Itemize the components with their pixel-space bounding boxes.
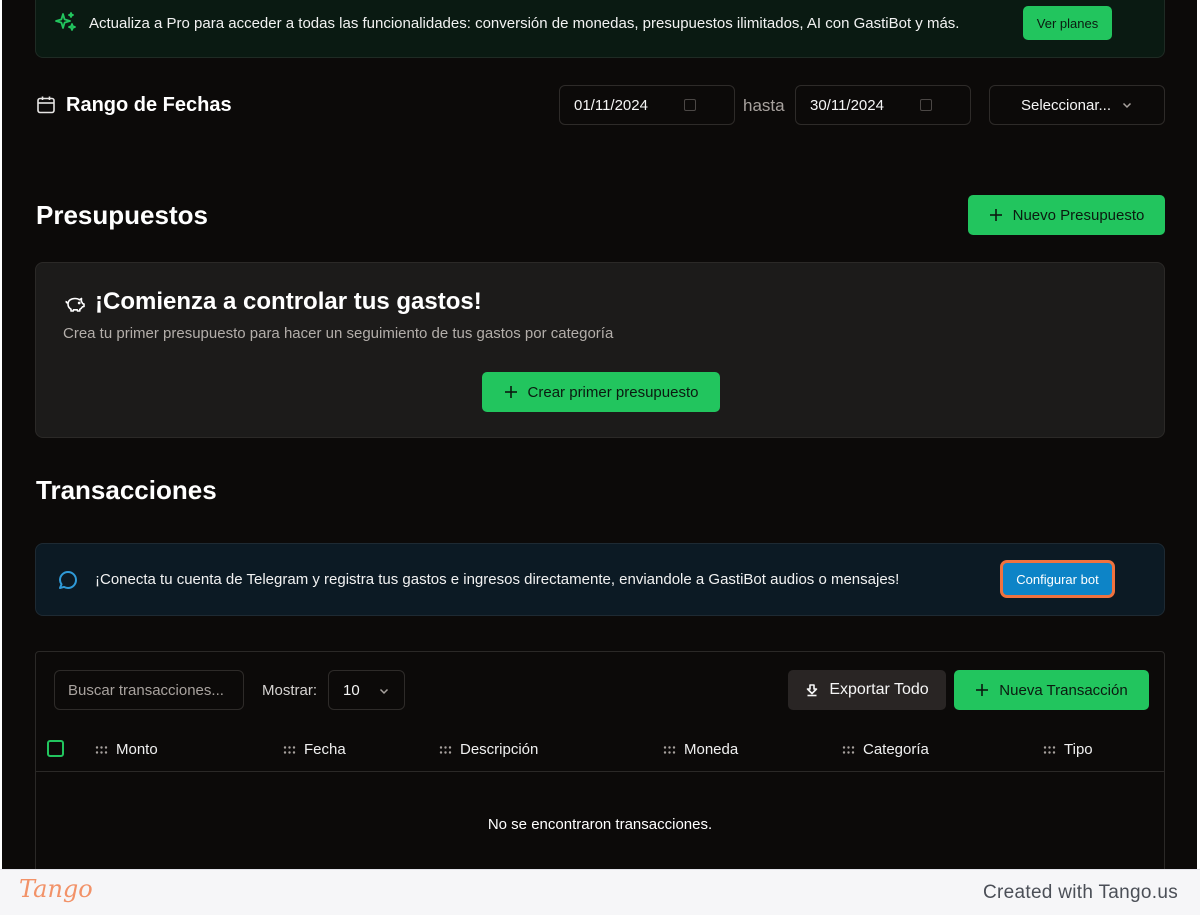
created-with-text: Created with Tango.us xyxy=(982,882,1178,903)
transactions-table-panel: Buscar transacciones... Mostrar: 10 Expo… xyxy=(35,651,1165,869)
export-all-label: Exportar Todo xyxy=(829,681,929,698)
column-header-date[interactable]: Fecha xyxy=(283,741,346,758)
tango-logo: Tango xyxy=(19,875,93,903)
download-icon xyxy=(807,684,818,697)
budgets-title: Presupuestos xyxy=(36,200,208,230)
telegram-banner-text: ¡Conecta tu cuenta de Telegram y registr… xyxy=(95,571,900,588)
view-plans-button[interactable]: Ver planes xyxy=(1023,6,1112,40)
page-size-label: Mostrar: xyxy=(262,682,318,699)
column-header-label: Categoría xyxy=(863,741,929,758)
drag-handle-icon[interactable] xyxy=(1043,745,1056,755)
drag-handle-icon[interactable] xyxy=(283,745,296,755)
new-transaction-button[interactable]: Nueva Transacción xyxy=(954,670,1149,710)
upgrade-banner: Actualiza a Pro para acceder a todas las… xyxy=(35,0,1165,58)
chevron-down-icon xyxy=(379,688,389,695)
budgets-empty-card: ¡Comienza a controlar tus gastos! Crea t… xyxy=(35,262,1165,438)
column-header-label: Fecha xyxy=(304,741,346,758)
date-from-input[interactable]: 01/11/2024 xyxy=(559,85,735,125)
calendar-picker-icon[interactable] xyxy=(684,99,696,111)
export-all-button[interactable]: Exportar Todo xyxy=(788,670,946,710)
column-header-description[interactable]: Descripción xyxy=(439,741,538,758)
tango-footer: Tango Created with Tango.us xyxy=(0,869,1200,915)
date-range-separator: hasta xyxy=(743,96,785,115)
new-budget-label: Nuevo Presupuesto xyxy=(1012,206,1145,224)
calendar-icon xyxy=(37,96,55,114)
column-header-label: Monto xyxy=(116,741,158,758)
drag-handle-icon[interactable] xyxy=(95,745,108,755)
chat-bubble-icon xyxy=(59,571,77,589)
table-header-divider xyxy=(36,771,1164,772)
page-size-value: 10 xyxy=(343,681,360,699)
column-header-label: Moneda xyxy=(684,741,739,758)
column-header-type[interactable]: Tipo xyxy=(1043,741,1093,758)
plus-icon xyxy=(504,386,517,398)
transactions-title: Transacciones xyxy=(36,475,217,505)
telegram-banner: ¡Conecta tu cuenta de Telegram y registr… xyxy=(35,543,1165,616)
piggy-bank-icon xyxy=(65,297,85,312)
column-header-label: Descripción xyxy=(460,741,539,758)
app-frame: Actualiza a Pro para acceder a todas las… xyxy=(2,0,1197,869)
search-input[interactable]: Buscar transacciones... xyxy=(54,670,244,710)
column-header-category[interactable]: Categoría xyxy=(842,741,929,758)
calendar-picker-icon[interactable] xyxy=(920,99,932,111)
plus-icon xyxy=(989,209,1002,221)
upgrade-text: Actualiza a Pro para acceder a todas las… xyxy=(89,15,960,32)
period-select[interactable]: Seleccionar... xyxy=(989,85,1165,125)
select-all-checkbox[interactable] xyxy=(47,740,64,757)
search-placeholder: Buscar transacciones... xyxy=(68,681,224,699)
chevron-down-icon xyxy=(1123,102,1132,109)
date-from-value: 01/11/2024 xyxy=(574,96,648,114)
drag-handle-icon[interactable] xyxy=(842,745,855,755)
page-size-select[interactable]: 10 xyxy=(328,670,405,710)
drag-handle-icon[interactable] xyxy=(439,745,452,755)
budgets-empty-headline: ¡Comienza a controlar tus gastos! xyxy=(95,288,482,315)
column-header-amount[interactable]: Monto xyxy=(95,741,158,758)
period-select-label: Seleccionar... xyxy=(1020,96,1112,114)
new-transaction-label: Nueva Transacción xyxy=(999,681,1128,699)
budgets-empty-subtitle: Crea tu primer presupuesto para hacer un… xyxy=(63,325,614,342)
drag-handle-icon[interactable] xyxy=(663,745,676,755)
date-range-title: Rango de Fechas xyxy=(66,94,232,116)
column-header-label: Tipo xyxy=(1064,741,1093,758)
date-to-input[interactable]: 30/11/2024 xyxy=(795,85,971,125)
column-header-currency[interactable]: Moneda xyxy=(663,741,738,758)
create-first-budget-label: Crear primer presupuesto xyxy=(527,383,699,401)
create-first-budget-button[interactable]: Crear primer presupuesto xyxy=(482,372,720,412)
plus-icon xyxy=(976,684,989,696)
sparkles-icon xyxy=(55,12,76,31)
date-to-value: 30/11/2024 xyxy=(810,96,884,114)
empty-transactions-message: No se encontraron transacciones. xyxy=(487,816,713,833)
configure-bot-button[interactable]: Configurar bot xyxy=(1000,560,1115,598)
new-budget-button[interactable]: Nuevo Presupuesto xyxy=(968,195,1165,235)
